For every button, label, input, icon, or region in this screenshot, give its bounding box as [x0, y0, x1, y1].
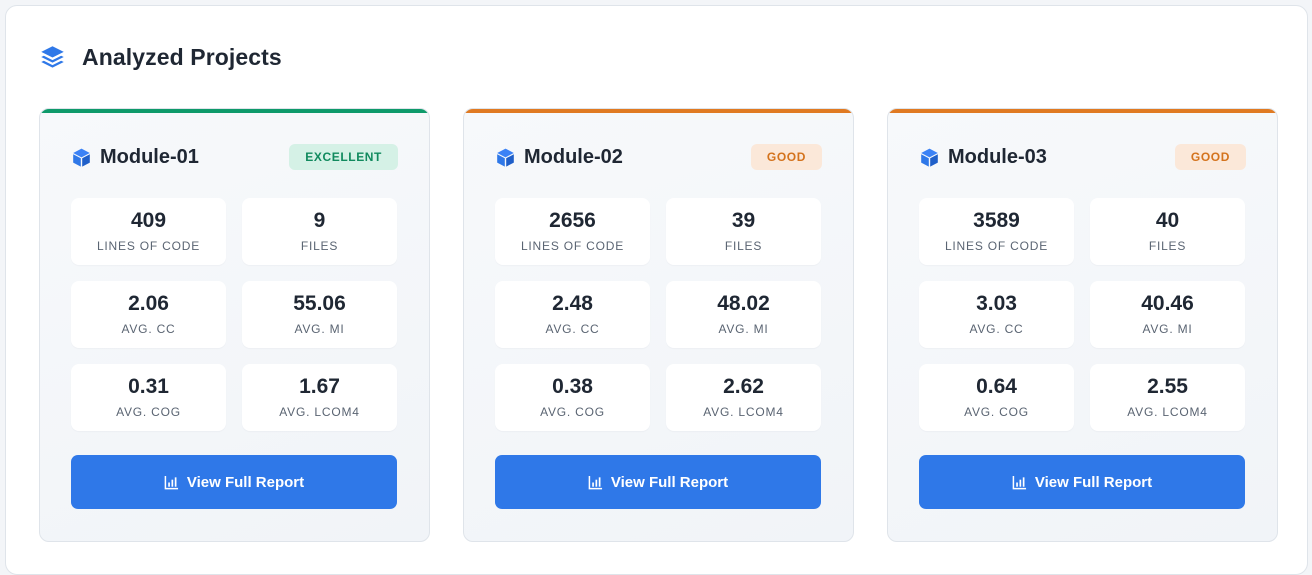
metric-files: 39 Files	[666, 198, 821, 265]
project-card: Module-03 GOOD 3589 Lines of Code 40 Fil…	[887, 108, 1278, 542]
status-badge: GOOD	[750, 144, 822, 170]
button-label: View Full Report	[1034, 473, 1153, 491]
metric-label: Files	[1148, 239, 1187, 253]
chart-icon	[164, 475, 178, 489]
metric-label: Files	[300, 239, 339, 253]
button-label: View Full Report	[610, 473, 729, 491]
card-header: Module-03 GOOD	[919, 142, 1246, 172]
metric-files: 40 Files	[1090, 198, 1245, 265]
metric-lines-of-code: 409 Lines of Code	[71, 198, 226, 265]
metric-value: 55.06	[293, 292, 346, 315]
card-header: Module-02 GOOD	[495, 142, 822, 172]
card-header: Module-01 EXCELLENT	[71, 142, 398, 172]
metric-label: Avg. LCOM4	[279, 405, 360, 419]
metric-label: Avg. COG	[964, 405, 1029, 419]
metric-value: 39	[731, 209, 756, 232]
metrics-grid: 2656 Lines of Code 39 Files 2.48 Avg. CC…	[495, 198, 821, 431]
metric-value: 0.64	[976, 375, 1017, 398]
project-name: Module-02	[524, 145, 623, 168]
metric-value: 0.31	[128, 375, 169, 398]
metric-value: 2.48	[552, 292, 593, 315]
metric-label: Files	[724, 239, 763, 253]
metric-value: 0.38	[552, 375, 593, 398]
metric-avg-cog: 0.31 Avg. COG	[71, 364, 226, 431]
card-title-group: Module-01	[71, 146, 199, 169]
project-cards: Module-01 EXCELLENT 409 Lines of Code 9 …	[39, 108, 1278, 542]
metric-label: Lines of Code	[96, 239, 201, 253]
card-accent-bar	[464, 109, 853, 113]
metric-label: Avg. COG	[116, 405, 181, 419]
metric-avg-mi: 55.06 Avg. MI	[242, 281, 397, 348]
metric-avg-mi: 40.46 Avg. MI	[1090, 281, 1245, 348]
metric-files: 9 Files	[242, 198, 397, 265]
metric-label: Avg. MI	[718, 322, 769, 336]
metric-label: Avg. LCOM4	[1127, 405, 1208, 419]
metric-label: Lines of Code	[520, 239, 625, 253]
chart-icon	[588, 475, 602, 489]
status-badge: EXCELLENT	[289, 144, 398, 170]
card-title-group: Module-02	[495, 146, 623, 169]
metric-label: Lines of Code	[944, 239, 1049, 253]
card-accent-bar	[40, 109, 429, 113]
view-full-report-button[interactable]: View Full Report	[495, 455, 821, 509]
status-badge: GOOD	[1174, 144, 1246, 170]
metric-avg-lcom4: 2.62 Avg. LCOM4	[666, 364, 821, 431]
metric-label: Avg. CC	[969, 322, 1024, 336]
analyzed-projects-panel: Analyzed Projects Module-01 EXCELLENT 40…	[5, 5, 1308, 575]
metric-value: 48.02	[717, 292, 770, 315]
metrics-grid: 409 Lines of Code 9 Files 2.06 Avg. CC 5…	[71, 198, 397, 431]
metric-value: 40	[1155, 209, 1180, 232]
button-label: View Full Report	[186, 473, 305, 491]
card-title-group: Module-03	[919, 146, 1047, 169]
chart-icon	[1012, 475, 1026, 489]
metric-avg-cog: 0.64 Avg. COG	[919, 364, 1074, 431]
metric-avg-cog: 0.38 Avg. COG	[495, 364, 650, 431]
metric-label: Avg. CC	[545, 322, 600, 336]
metric-avg-cc: 3.03 Avg. CC	[919, 281, 1074, 348]
metric-value: 40.46	[1141, 292, 1194, 315]
cube-icon	[497, 148, 514, 167]
layers-icon	[41, 45, 64, 68]
project-name: Module-01	[100, 145, 199, 168]
metric-avg-cc: 2.48 Avg. CC	[495, 281, 650, 348]
metric-avg-lcom4: 1.67 Avg. LCOM4	[242, 364, 397, 431]
metric-value: 3.03	[976, 292, 1017, 315]
view-full-report-button[interactable]: View Full Report	[71, 455, 397, 509]
metric-label: Avg. COG	[540, 405, 605, 419]
metric-value: 1.67	[299, 375, 340, 398]
metric-value: 2.55	[1147, 375, 1188, 398]
cube-icon	[921, 148, 938, 167]
project-card: Module-02 GOOD 2656 Lines of Code 39 Fil…	[463, 108, 854, 542]
metric-avg-lcom4: 2.55 Avg. LCOM4	[1090, 364, 1245, 431]
project-card: Module-01 EXCELLENT 409 Lines of Code 9 …	[39, 108, 430, 542]
metric-value: 9	[313, 209, 326, 232]
metric-lines-of-code: 3589 Lines of Code	[919, 198, 1074, 265]
view-full-report-button[interactable]: View Full Report	[919, 455, 1245, 509]
metric-lines-of-code: 2656 Lines of Code	[495, 198, 650, 265]
metric-avg-mi: 48.02 Avg. MI	[666, 281, 821, 348]
metrics-grid: 3589 Lines of Code 40 Files 3.03 Avg. CC…	[919, 198, 1245, 431]
metric-value: 2656	[549, 209, 596, 232]
metric-value: 2.06	[128, 292, 169, 315]
project-name: Module-03	[948, 145, 1047, 168]
metric-avg-cc: 2.06 Avg. CC	[71, 281, 226, 348]
metric-value: 3589	[973, 209, 1020, 232]
metric-label: Avg. MI	[1142, 322, 1193, 336]
metric-value: 409	[130, 209, 167, 232]
page-title: Analyzed Projects	[82, 43, 282, 70]
metric-label: Avg. LCOM4	[703, 405, 784, 419]
cube-icon	[73, 148, 90, 167]
card-accent-bar	[888, 109, 1277, 113]
metric-label: Avg. MI	[294, 322, 345, 336]
metric-value: 2.62	[723, 375, 764, 398]
panel-header: Analyzed Projects	[39, 42, 282, 72]
metric-label: Avg. CC	[121, 322, 176, 336]
